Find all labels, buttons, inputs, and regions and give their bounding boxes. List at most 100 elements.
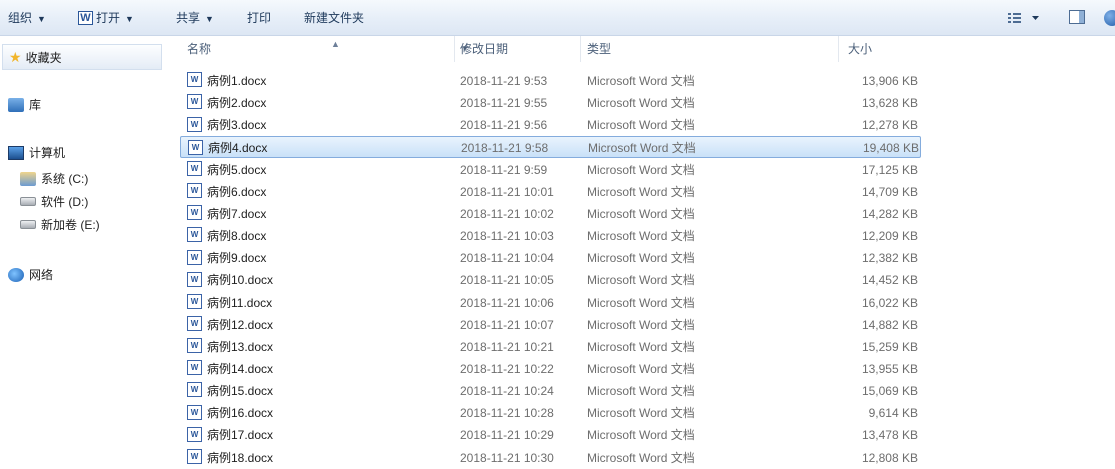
file-row[interactable]: W 病例3.docx 2018-11-21 9:56 Microsoft Word 文… <box>180 114 921 136</box>
nav-network-label: 网络 <box>29 268 54 282</box>
open-label: 打开 <box>96 11 121 25</box>
file-row[interactable]: W 病例8.docx 2018-11-21 10:03 Microsoft Word … <box>180 225 921 247</box>
nav-libraries-label: 库 <box>29 98 42 112</box>
file-name: 病例11.docx <box>207 295 273 310</box>
word-doc-icon: W <box>187 160 202 176</box>
word-doc-icon: W <box>187 116 202 132</box>
file-name-cell: W 病例17.docx <box>187 424 273 446</box>
preview-pane-icon[interactable] <box>1069 10 1085 24</box>
file-date: 2018-11-21 10:28 <box>460 406 554 421</box>
word-doc-icon: W <box>187 382 202 398</box>
file-type: Microsoft Word 文档 <box>587 428 695 443</box>
word-doc-icon: W <box>187 360 202 376</box>
column-divider[interactable] <box>580 36 581 62</box>
file-date: 2018-11-21 10:29 <box>460 428 554 443</box>
file-row[interactable]: W 病例12.docx 2018-11-21 10:07 Microsoft Word… <box>180 314 921 336</box>
column-header-name-label: 名称 <box>187 42 212 56</box>
file-name: 病例5.docx <box>207 162 267 177</box>
file-type: Microsoft Word 文档 <box>587 96 695 111</box>
file-row[interactable]: W 病例15.docx 2018-11-21 10:24 Microsoft Word… <box>180 380 921 402</box>
file-name: 病例12.docx <box>207 317 274 332</box>
file-type: Microsoft Word 文档 <box>587 450 695 465</box>
share-menu[interactable]: 共享 ▼ <box>176 0 214 36</box>
file-row[interactable]: W 病例11.docx 2018-11-21 10:06 Microsoft Word… <box>180 292 921 314</box>
library-icon <box>8 97 24 112</box>
nav-libraries[interactable]: 库 <box>8 94 41 116</box>
file-date: 2018-11-21 10:30 <box>460 450 554 465</box>
nav-computer[interactable]: 计算机 <box>8 142 65 164</box>
file-date: 2018-11-21 9:58 <box>461 141 549 156</box>
file-row[interactable]: W 病例1.docx 2018-11-21 9:53 Microsoft Word 文… <box>180 70 921 92</box>
column-divider[interactable] <box>838 36 839 62</box>
word-app-icon: W <box>78 10 93 25</box>
file-name: 病例15.docx <box>207 384 274 399</box>
file-row[interactable]: W 病例9.docx 2018-11-21 10:04 Microsoft Word … <box>180 247 921 269</box>
file-row[interactable]: W 病例13.docx 2018-11-21 10:21 Microsoft Word… <box>180 336 921 358</box>
file-name: 病例10.docx <box>207 273 274 288</box>
computer-icon <box>8 145 24 160</box>
file-type: Microsoft Word 文档 <box>587 118 695 133</box>
file-row[interactable]: W 病例14.docx 2018-11-21 10:22 Microsoft Word… <box>180 358 921 380</box>
nav-favorites[interactable]: ★ 收藏夹 <box>2 44 162 70</box>
file-date: 2018-11-21 10:03 <box>460 229 554 244</box>
file-date: 2018-11-21 9:55 <box>460 96 548 111</box>
file-row[interactable]: W 病例6.docx 2018-11-21 10:01 Microsoft Word … <box>180 181 921 203</box>
file-size: 12,209 KB <box>861 229 918 244</box>
column-divider[interactable] <box>454 36 455 62</box>
nav-network[interactable]: 网络 <box>8 264 53 286</box>
file-name-cell: W 病例6.docx <box>187 181 266 203</box>
file-name: 病例14.docx <box>207 361 274 376</box>
organize-menu[interactable]: 组织 ▼ <box>8 0 46 36</box>
file-size: 16,022 KB <box>861 295 918 310</box>
file-row[interactable]: W 病例4.docx 2018-11-21 9:58 Microsoft Word 文… <box>180 136 921 159</box>
help-icon[interactable] <box>1104 10 1115 26</box>
file-row[interactable]: W 病例17.docx 2018-11-21 10:29 Microsoft Word… <box>180 424 921 446</box>
file-type: Microsoft Word 文档 <box>588 141 696 156</box>
file-row[interactable]: W 病例5.docx 2018-11-21 9:59 Microsoft Word 文… <box>180 159 921 181</box>
file-size: 13,478 KB <box>861 428 918 443</box>
column-header-size[interactable]: 大小 <box>848 36 872 62</box>
view-options-icon[interactable] <box>1008 12 1042 27</box>
word-doc-icon: W <box>187 271 202 287</box>
file-name: 病例2.docx <box>207 96 267 111</box>
file-type: Microsoft Word 文档 <box>587 229 695 244</box>
file-size: 14,709 KB <box>861 184 918 199</box>
file-row[interactable]: W 病例18.docx 2018-11-21 10:30 Microsoft Word… <box>180 447 921 469</box>
nav-drive-d[interactable]: 软件 (D:) <box>20 191 88 213</box>
word-doc-icon: W <box>187 315 202 331</box>
file-row[interactable]: W 病例7.docx 2018-11-21 10:02 Microsoft Word … <box>180 203 921 225</box>
file-row[interactable]: W 病例16.docx 2018-11-21 10:28 Microsoft Word… <box>180 402 921 424</box>
file-list: 名称 ▲ ▼ 修改日期 类型 大小 W 病例1.docx 2018-11-21 9:… <box>168 36 1115 469</box>
column-header-name[interactable]: 名称 ▲ ▼ <box>187 36 469 62</box>
file-size: 15,259 KB <box>861 339 918 354</box>
word-doc-icon: W <box>187 227 202 243</box>
file-name: 病例6.docx <box>207 184 267 199</box>
file-name: 病例13.docx <box>207 339 274 354</box>
column-header-type[interactable]: 类型 <box>587 36 611 62</box>
file-name-cell: W 病例15.docx <box>187 380 273 402</box>
word-doc-icon: W <box>187 426 202 442</box>
file-date: 2018-11-21 10:07 <box>460 317 554 332</box>
file-date: 2018-11-21 9:59 <box>460 162 548 177</box>
open-button[interactable]: W 打开 ▼ <box>78 0 134 36</box>
file-name-cell: W 病例1.docx <box>187 70 266 92</box>
nav-computer-label: 计算机 <box>29 146 66 160</box>
file-name: 病例17.docx <box>207 428 274 443</box>
nav-drive-e[interactable]: 新加卷 (E:) <box>20 214 100 236</box>
file-date: 2018-11-21 10:05 <box>460 273 554 288</box>
nav-favorites-label: 收藏夹 <box>25 51 62 65</box>
file-row[interactable]: W 病例2.docx 2018-11-21 9:55 Microsoft Word 文… <box>180 92 921 114</box>
word-doc-icon: W <box>187 338 202 354</box>
column-header-date-label: 修改日期 <box>460 42 509 56</box>
file-size: 12,382 KB <box>861 251 918 266</box>
file-date: 2018-11-21 10:22 <box>460 361 554 376</box>
file-name-cell: W 病例14.docx <box>187 358 273 380</box>
file-name-cell: W 病例10.docx <box>187 269 273 291</box>
drive-icon <box>20 197 36 207</box>
file-row[interactable]: W 病例10.docx 2018-11-21 10:05 Microsoft Word… <box>180 269 921 291</box>
file-type: Microsoft Word 文档 <box>587 361 695 376</box>
print-button[interactable]: 打印 <box>247 0 271 36</box>
column-header-date[interactable]: 修改日期 <box>460 36 508 62</box>
nav-drive-c[interactable]: 系统 (C:) <box>20 168 88 190</box>
chevron-down-icon: ▼ <box>205 14 214 24</box>
